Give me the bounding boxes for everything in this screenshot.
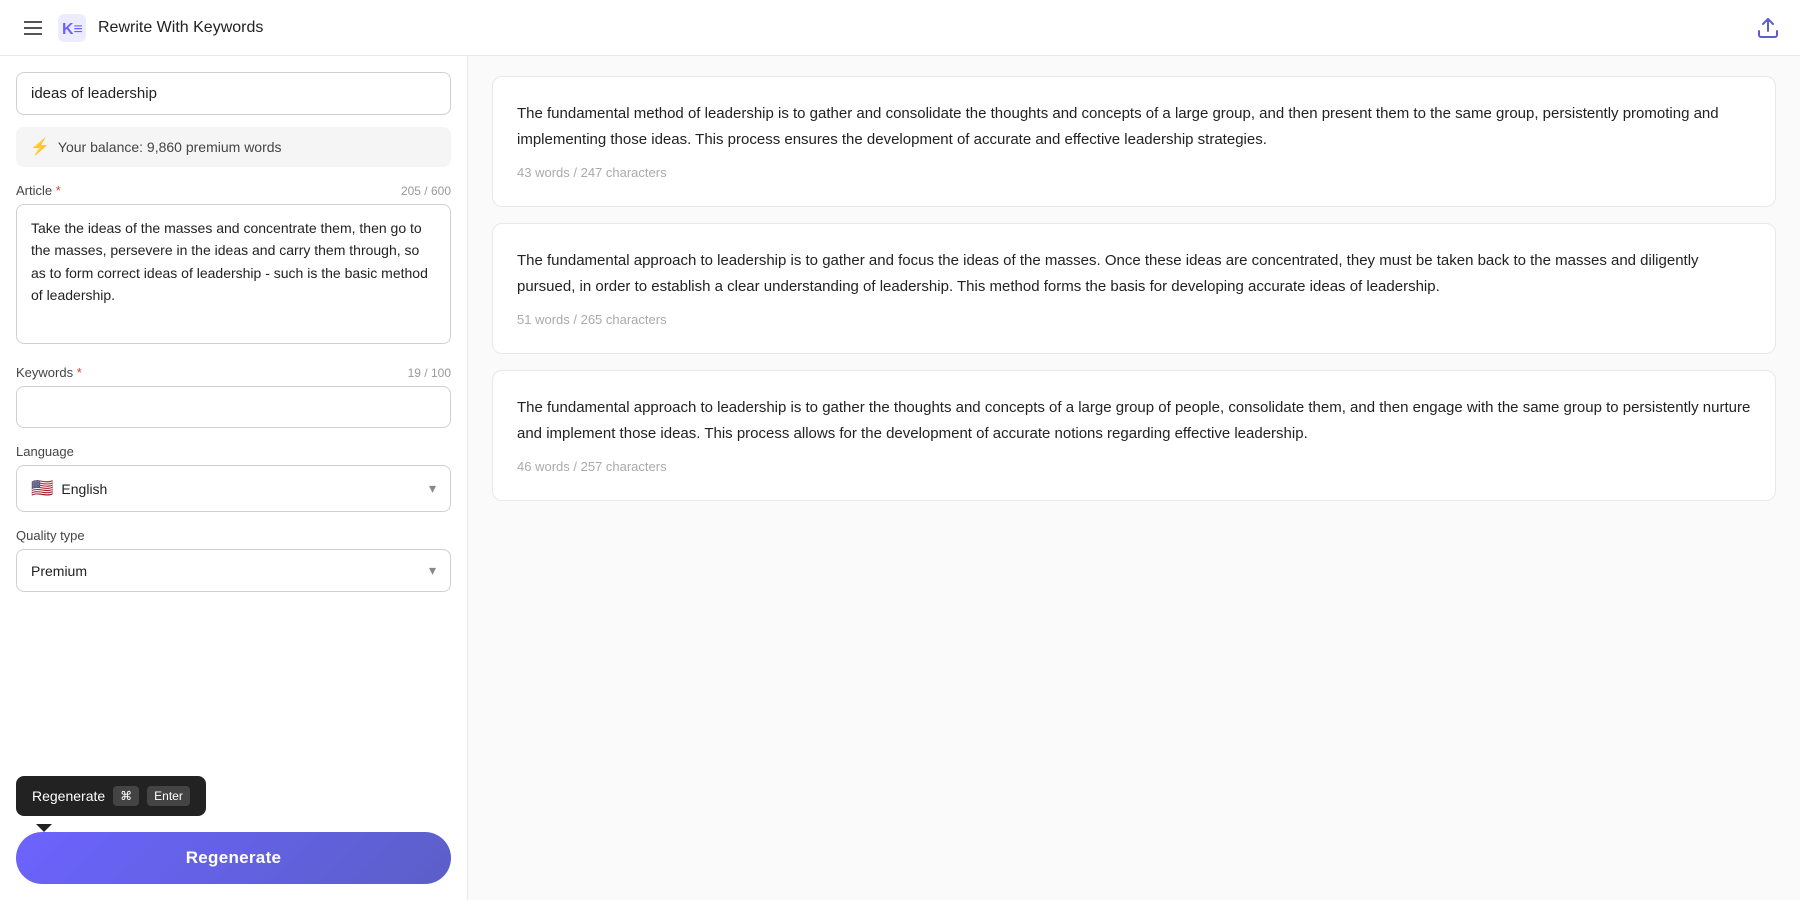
app-title: Rewrite With Keywords xyxy=(98,19,263,37)
header: K≡ Rewrite With Keywords xyxy=(0,0,1800,56)
language-field-header: Language xyxy=(16,444,451,459)
article-count: 205 / 600 xyxy=(401,184,451,198)
svg-text:K≡: K≡ xyxy=(62,21,83,38)
left-panel: ⚡ Your balance: 9,860 premium words Arti… xyxy=(0,56,468,900)
bottom-area: Regenerate ⌘ Enter Regenerate xyxy=(0,764,467,900)
balance-box: ⚡ Your balance: 9,860 premium words xyxy=(16,127,451,167)
keywords-field-header: Keywords * 19 / 100 xyxy=(16,365,451,380)
right-panel[interactable]: The fundamental method of leadership is … xyxy=(468,56,1800,900)
language-select[interactable]: 🇺🇸 English ▾ xyxy=(16,465,451,512)
menu-button[interactable] xyxy=(20,17,46,39)
left-scroll-area[interactable]: ⚡ Your balance: 9,860 premium words Arti… xyxy=(0,56,467,764)
kbd-enter: Enter xyxy=(147,786,190,806)
tooltip-container: Regenerate ⌘ Enter xyxy=(16,776,451,832)
result-meta-3: 46 words / 257 characters xyxy=(517,459,667,474)
language-label: Language xyxy=(16,444,74,459)
enter-label: Enter xyxy=(154,789,183,803)
keywords-required: * xyxy=(77,365,82,380)
language-select-left: 🇺🇸 English xyxy=(31,478,107,499)
result-meta-2: 51 words / 265 characters xyxy=(517,312,667,327)
article-field-header: Article * 205 / 600 xyxy=(16,183,451,198)
result-card-3: The fundamental approach to leadership i… xyxy=(492,370,1776,501)
quality-label: Quality type xyxy=(16,528,85,543)
result-card-1: The fundamental method of leadership is … xyxy=(492,76,1776,207)
regenerate-button[interactable]: Regenerate xyxy=(16,832,451,884)
keywords-label: Keywords * xyxy=(16,365,82,380)
result-card-2: The fundamental approach to leadership i… xyxy=(492,223,1776,354)
tooltip-box: Regenerate ⌘ Enter xyxy=(16,776,206,816)
keywords-count: 19 / 100 xyxy=(408,366,451,380)
article-textarea[interactable] xyxy=(16,204,451,344)
result-text-2: The fundamental approach to leadership i… xyxy=(517,248,1751,299)
article-required: * xyxy=(56,183,61,198)
quality-select[interactable]: Premium ▾ xyxy=(16,549,451,592)
quality-field-header: Quality type xyxy=(16,528,451,543)
header-left: K≡ Rewrite With Keywords xyxy=(20,14,263,42)
chevron-down-icon: ▾ xyxy=(429,480,436,497)
article-label: Article * xyxy=(16,183,61,198)
logo: K≡ xyxy=(58,14,86,42)
result-meta-1: 43 words / 247 characters xyxy=(517,165,667,180)
header-right xyxy=(1756,16,1780,40)
main-layout: ⚡ Your balance: 9,860 premium words Arti… xyxy=(0,56,1800,900)
lightning-icon: ⚡ xyxy=(30,137,50,157)
upload-icon[interactable] xyxy=(1756,16,1780,40)
language-value: English xyxy=(61,481,107,497)
tooltip-label: Regenerate xyxy=(32,788,105,804)
balance-label: Your balance: 9,860 premium words xyxy=(58,139,282,155)
quality-chevron-icon: ▾ xyxy=(429,562,436,579)
quality-value: Premium xyxy=(31,563,87,579)
cmd-symbol: ⌘ xyxy=(120,789,132,803)
title-input[interactable] xyxy=(16,72,451,115)
logo-icon: K≡ xyxy=(58,14,86,42)
result-text-3: The fundamental approach to leadership i… xyxy=(517,395,1751,446)
kbd-cmd: ⌘ xyxy=(113,786,139,806)
flag-icon: 🇺🇸 xyxy=(31,478,53,499)
tooltip-arrow xyxy=(36,824,52,832)
result-text-1: The fundamental method of leadership is … xyxy=(517,101,1751,152)
keywords-input[interactable] xyxy=(16,386,451,428)
